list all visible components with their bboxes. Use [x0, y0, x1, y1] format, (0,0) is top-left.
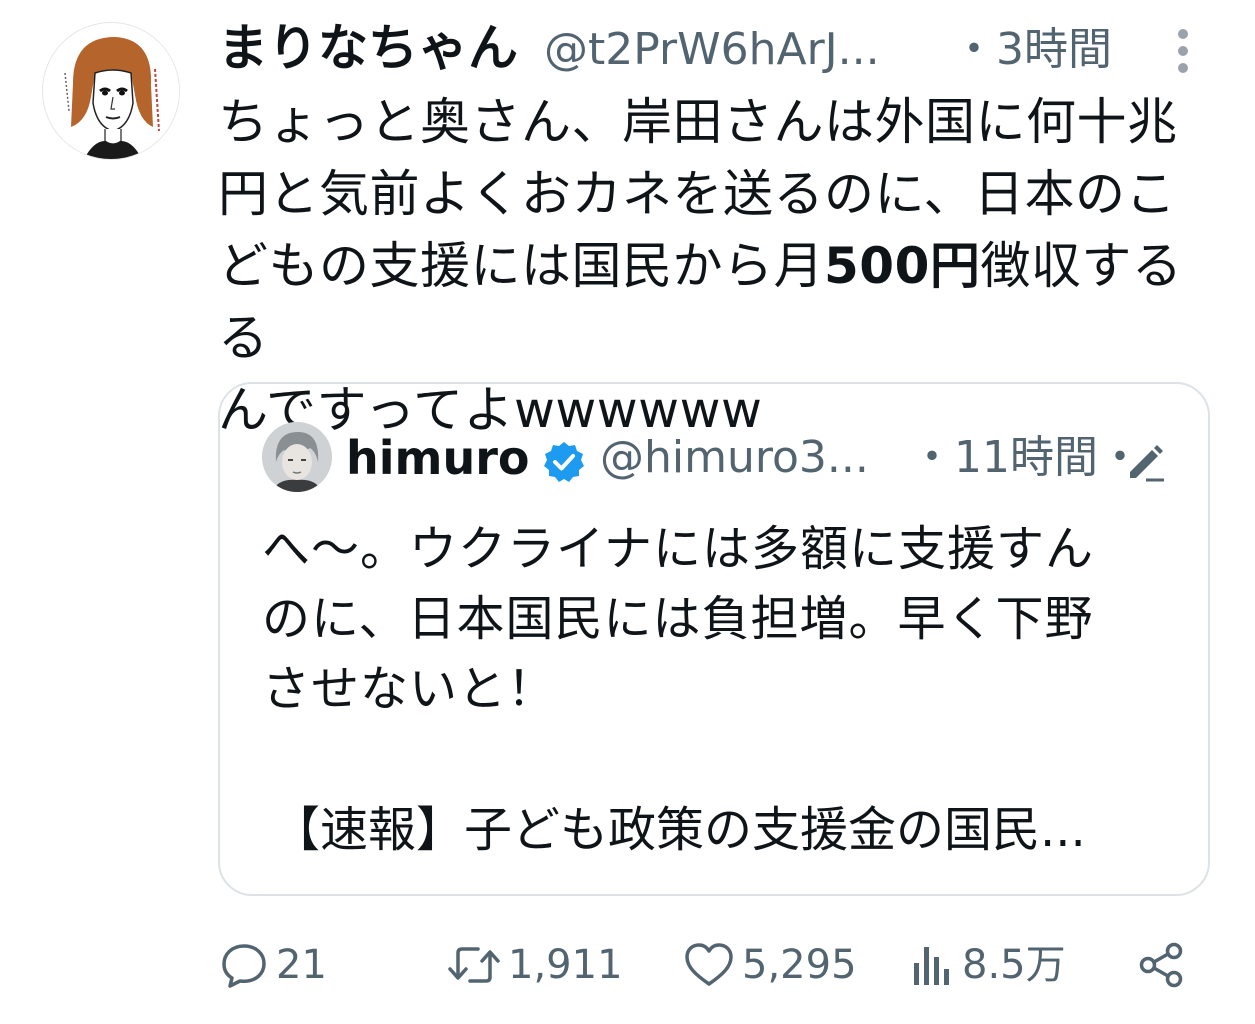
share-icon [1139, 942, 1183, 988]
tweet-header: まりなちゃん @t2PrW6hArJ... ・3時間 [218, 14, 1218, 82]
tweet-text-line: 円と気前よくおカネを送るのに、日本のこ [218, 165, 1176, 223]
edit-pencil-icon [1130, 445, 1164, 482]
tweet-action-bar: 21 1,911 5,295 8.5万 [210, 930, 1210, 1000]
quoted-text-line: のに、日本国民には負担増。早く下野 [262, 591, 1094, 647]
heart-icon [685, 943, 733, 986]
quoted-text-line: させないと！ [262, 661, 557, 717]
views-bar-chart-icon [914, 947, 949, 985]
quoted-text-line: へ～。ウクライナには多額に支援すん [262, 521, 1095, 577]
retweet-icon [448, 947, 500, 983]
reply-count: 21 [276, 942, 327, 988]
quoted-avatar-photo [262, 422, 332, 492]
tweet-timestamp[interactable]: ・3時間 [952, 20, 1112, 80]
retweet-count: 1,911 [508, 942, 623, 988]
like-count: 5,295 [742, 942, 857, 988]
share-button[interactable] [1136, 930, 1188, 1000]
author-handle[interactable]: @t2PrW6hArJ... [544, 20, 880, 80]
views-button[interactable]: 8.5万 [908, 930, 1066, 1000]
quoted-author-display-name[interactable]: himuro [346, 428, 529, 488]
quoted-tweet-timestamp[interactable]: ・11時間・ [910, 428, 1142, 488]
quoted-author-avatar[interactable] [262, 422, 332, 492]
tweet[interactable]: まりなちゃん @t2PrW6hArJ... ・3時間 ちょっと奥さん、岸田さんは… [0, 0, 1255, 1024]
like-button[interactable]: 5,295 [682, 930, 857, 1000]
reply-icon [222, 944, 266, 988]
tweet-text-bold-amount: 500円 [824, 237, 981, 295]
quoted-author-handle[interactable]: @himuro3... [600, 428, 869, 488]
quoted-tweet-card[interactable]: himuro @himuro3... ・11時間・ へ～。ウクライナには多額に支… [218, 382, 1210, 896]
verified-badge-icon [544, 442, 584, 482]
reply-button[interactable]: 21 [218, 930, 327, 1000]
retweet-button[interactable]: 1,911 [446, 930, 623, 1000]
tweet-text-line: ちょっと奥さん、岸田さんは外国に何十兆 [218, 93, 1178, 151]
views-count: 8.5万 [962, 942, 1066, 988]
more-vertical-icon[interactable] [1168, 26, 1198, 76]
author-display-name[interactable]: まりなちゃん [218, 16, 518, 80]
author-avatar[interactable] [42, 22, 180, 160]
quoted-tweet-text: へ～。ウクライナには多額に支援すん のに、日本国民には負担増。早く下野 させない… [262, 514, 1182, 724]
quoted-link-headline[interactable]: 【速報】子ども政策の支援金の国民... [272, 798, 1086, 862]
avatar-illustration [44, 24, 179, 159]
tweet-text-segment: どもの支援には国民から月 [218, 237, 824, 295]
tweet-text-line: どもの支援には国民から月500円徴収するる [218, 230, 1218, 374]
